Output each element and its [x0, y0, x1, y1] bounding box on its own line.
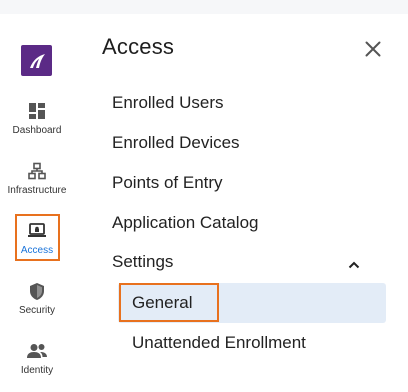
- shield-icon: [29, 280, 45, 302]
- rail-label-dashboard: Dashboard: [12, 125, 62, 136]
- menu-item-enrolled-users[interactable]: Enrolled Users: [112, 93, 224, 113]
- rail-item-infrastructure[interactable]: Infrastructure: [0, 158, 74, 204]
- panel-title: Access: [102, 34, 175, 59]
- general-highlight-outline: [119, 283, 219, 322]
- logo-icon: [29, 53, 45, 68]
- app-logo[interactable]: [21, 45, 52, 76]
- dashboard-icon: [28, 100, 46, 122]
- top-strip: [0, 0, 408, 14]
- menu-item-settings[interactable]: Settings: [112, 252, 362, 274]
- menu-item-points-of-entry[interactable]: Points of Entry: [112, 173, 223, 193]
- submenu-item-unattended-enrollment[interactable]: Unattended Enrollment: [132, 333, 306, 353]
- access-highlight-outline: [15, 214, 60, 261]
- menu-item-application-catalog[interactable]: Application Catalog: [112, 213, 258, 233]
- people-icon: [26, 340, 48, 362]
- close-button[interactable]: [362, 38, 384, 60]
- menu-item-enrolled-devices[interactable]: Enrolled Devices: [112, 133, 240, 153]
- settings-label: Settings: [112, 252, 174, 271]
- rail-item-security[interactable]: Security: [0, 278, 74, 324]
- rail-label-security: Security: [18, 305, 56, 316]
- rail-label-infrastructure: Infrastructure: [7, 185, 67, 196]
- close-icon: [365, 41, 381, 57]
- rail-item-identity[interactable]: Identity: [0, 338, 74, 384]
- rail-item-dashboard[interactable]: Dashboard: [0, 98, 74, 144]
- infrastructure-icon: [28, 160, 46, 182]
- rail-label-identity: Identity: [20, 365, 54, 376]
- chevron-up-icon: [348, 256, 360, 274]
